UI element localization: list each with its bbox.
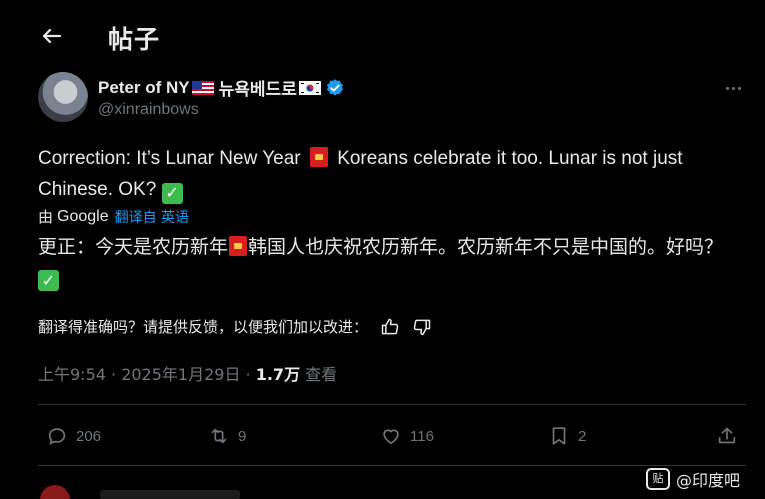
tweet-text-part1: Correction: It’s Lunar New Year <box>38 148 301 169</box>
watermark: 贴 @印度吧 <box>646 467 740 491</box>
more-dots-icon <box>725 86 729 90</box>
thumbs-up-icon[interactable] <box>380 317 400 337</box>
translation-feedback: 翻译得准确吗？请提供反馈，以便我们加以改进： <box>38 316 432 337</box>
tweet-text: Correction: It’s Lunar New Year Koreans … <box>38 143 738 205</box>
check-mark-icon: ✓ <box>161 183 183 204</box>
bookmark-icon <box>552 427 566 445</box>
reply-button[interactable]: 206 <box>46 418 101 454</box>
tweet-actions: 206 9 116 2 <box>38 418 746 454</box>
arrow-left-icon <box>42 28 62 44</box>
views-count: 1.7万 <box>255 365 301 384</box>
repost-count: 9 <box>238 427 247 445</box>
translated-text: 更正：今天是农历新年 韩国人也庆祝农历新年。农历新年不只是中国的。好吗？ ✓ <box>38 232 738 292</box>
author-name: Peter of NY <box>98 77 190 97</box>
next-post-avatar[interactable] <box>40 485 70 499</box>
like-button[interactable]: 116 <box>380 418 434 454</box>
repost-icon <box>211 428 227 444</box>
translated-by-label: 由 <box>38 208 54 226</box>
tweet-meta: 上午9:54 · 2025年1月29日 · 1.7万 查看 <box>38 361 337 385</box>
feedback-prompt: 翻译得准确吗？请提供反馈，以便我们加以改进： <box>38 318 369 336</box>
next-post-name-placeholder <box>100 490 240 499</box>
red-envelope-icon <box>229 236 248 256</box>
author-name-suffix: 뉴욕베드로 <box>218 80 297 100</box>
korea-flag-icon <box>298 80 321 95</box>
reply-count: 206 <box>76 427 102 445</box>
share-icon <box>718 427 736 444</box>
divider <box>38 404 746 405</box>
thumbs-down-icon[interactable] <box>412 317 432 337</box>
watermark-text: @印度吧 <box>676 471 741 490</box>
us-flag-icon <box>191 80 214 95</box>
bookmark-count: 2 <box>578 427 587 445</box>
views-label: 查看 <box>300 365 338 384</box>
google-logo-text: Google <box>57 207 109 225</box>
heart-icon <box>383 429 399 445</box>
share-button[interactable] <box>716 418 746 454</box>
tweet-timestamp[interactable]: 上午9:54 · 2025年1月29日 · <box>38 365 256 384</box>
verified-badge-icon <box>326 78 343 96</box>
author-handle[interactable]: @xinrainbows <box>98 101 199 119</box>
check-mark-icon: ✓ <box>38 270 59 291</box>
back-button[interactable] <box>36 20 68 52</box>
bookmark-button[interactable]: 2 <box>548 418 586 454</box>
more-dots-icon <box>737 86 741 90</box>
top-bar: 帖子 <box>0 0 765 72</box>
author-name-row[interactable]: Peter of NY 뉴욕베드로 <box>98 75 345 100</box>
translated-by: 由 Google 翻译自 英语 <box>38 206 189 227</box>
like-count: 116 <box>410 427 434 445</box>
repost-button[interactable]: 9 <box>208 418 246 454</box>
translated-text-part1: 更正：今天是农历新年 <box>38 236 229 258</box>
avatar[interactable] <box>38 72 88 122</box>
red-envelope-icon <box>309 147 328 167</box>
more-dots-icon <box>731 86 735 90</box>
tieba-logo-icon: 贴 <box>646 468 670 490</box>
divider <box>38 465 746 466</box>
translate-source-link[interactable]: 翻译自 英语 <box>115 207 189 227</box>
page-title: 帖子 <box>108 25 161 54</box>
more-options-button[interactable] <box>720 78 746 98</box>
translated-text-part2: 韩国人也庆祝农历新年。农历新年不只是中国的。好吗？ <box>248 236 724 258</box>
reply-icon <box>48 428 66 445</box>
